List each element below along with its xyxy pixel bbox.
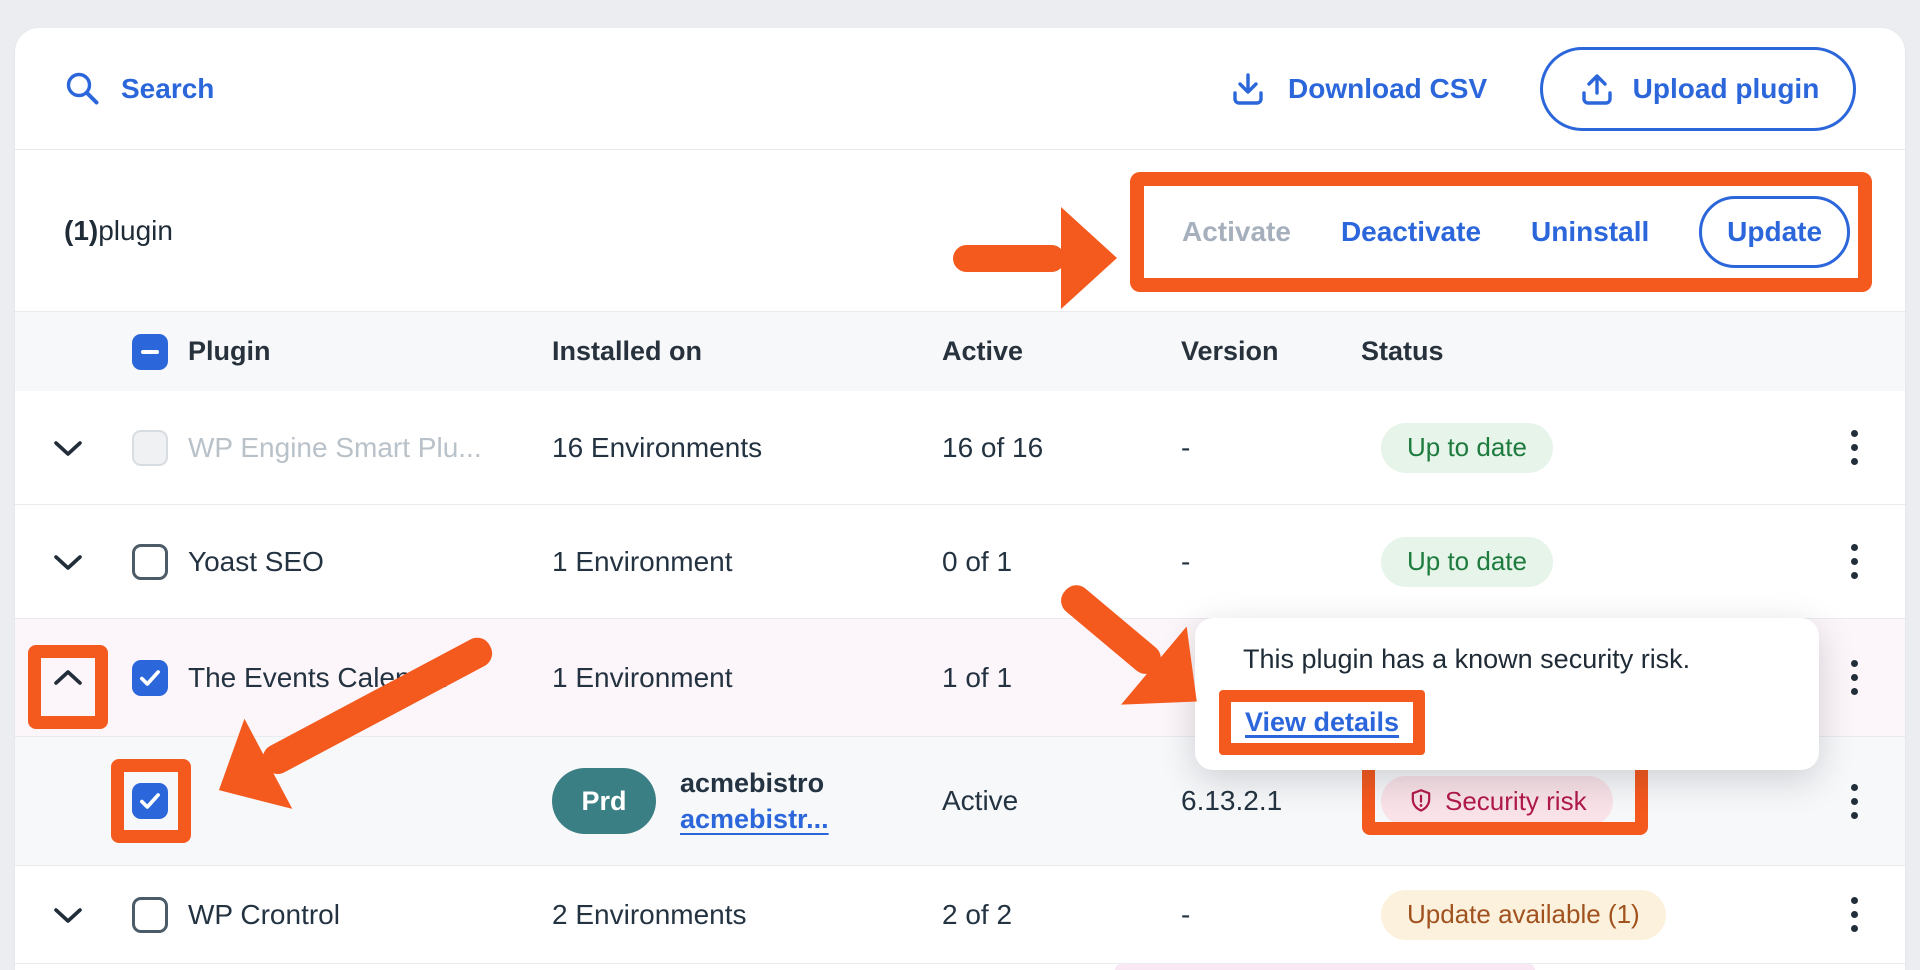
row-menu-kebab-icon[interactable] xyxy=(1839,505,1869,618)
download-icon xyxy=(1228,69,1268,109)
tooltip-message: This plugin has a known security risk. xyxy=(1243,644,1690,675)
search-icon xyxy=(63,69,103,109)
row-menu-kebab-icon[interactable] xyxy=(1839,737,1869,865)
version-value: - xyxy=(1181,391,1190,504)
deactivate-button[interactable]: Deactivate xyxy=(1341,216,1481,248)
environment-info: Prd acmebistro acmebistr... xyxy=(552,765,829,837)
security-risk-tooltip: This plugin has a known security risk. V… xyxy=(1195,618,1819,770)
header-status: Status xyxy=(1361,312,1444,391)
active-count-value: 1 of 1 xyxy=(942,619,1012,736)
activate-button[interactable]: Activate xyxy=(1182,216,1291,248)
installed-on-value: 1 Environment xyxy=(552,619,733,736)
status-badge-update-available: Update available (1) xyxy=(1381,890,1666,940)
status-badge-up-to-date: Up to date xyxy=(1381,423,1553,473)
download-csv-label: Download CSV xyxy=(1288,73,1487,105)
expand-chevron-down-icon[interactable] xyxy=(51,505,85,618)
update-button[interactable]: Update xyxy=(1699,196,1850,268)
status-badge-up-to-date: Up to date xyxy=(1381,537,1553,587)
active-state-value: Active xyxy=(942,737,1018,865)
row-menu-kebab-icon[interactable] xyxy=(1839,619,1869,736)
header-version: Version xyxy=(1181,312,1279,391)
partial-next-row-badge xyxy=(1115,964,1535,970)
installed-on-value: 16 Environments xyxy=(552,391,762,504)
environment-checkbox-checked[interactable] xyxy=(132,783,168,819)
search-button[interactable]: Search xyxy=(63,28,214,150)
plugin-name: Yoast SEO xyxy=(188,505,324,618)
uninstall-button[interactable]: Uninstall xyxy=(1531,216,1649,248)
active-count-value: 16 of 16 xyxy=(942,391,1043,504)
expand-chevron-down-icon[interactable] xyxy=(51,866,85,963)
table-header: Plugin Installed on Active Version Statu… xyxy=(15,311,1905,391)
table-row: WP Engine Smart Plu... 16 Environments 1… xyxy=(15,391,1905,505)
selection-count: (1) plugin xyxy=(64,150,173,311)
select-all-checkbox[interactable] xyxy=(132,334,168,370)
row-checkbox-checked[interactable] xyxy=(132,660,168,696)
upload-plugin-label: Upload plugin xyxy=(1633,73,1820,105)
collapse-chevron-up-icon[interactable] xyxy=(51,619,85,736)
environment-type-badge: Prd xyxy=(552,768,656,834)
plugin-manager-page: { "toolbar": { "search_label": "Search",… xyxy=(0,0,1920,970)
version-value: - xyxy=(1181,505,1190,618)
active-count-value: 0 of 1 xyxy=(942,505,1012,618)
shield-alert-icon xyxy=(1407,787,1435,815)
row-checkbox-disabled xyxy=(132,430,168,466)
selection-count-number: (1) xyxy=(64,215,98,247)
row-checkbox[interactable] xyxy=(132,897,168,933)
table-row: WP Crontrol 2 Environments 2 of 2 - Upda… xyxy=(15,866,1905,964)
header-plugin: Plugin xyxy=(188,312,271,391)
header-installed-on: Installed on xyxy=(552,312,702,391)
selection-count-label: plugin xyxy=(98,215,173,247)
annotation-box-view-details: View details xyxy=(1219,690,1425,755)
annotation-arrow-actions xyxy=(953,207,1117,309)
upload-icon xyxy=(1577,69,1617,109)
toolbar: Search Download CSV Upload plugin xyxy=(15,28,1905,150)
view-details-link[interactable]: View details xyxy=(1245,707,1399,737)
row-checkbox[interactable] xyxy=(132,544,168,580)
bulk-actions-annotation-box: Activate Deactivate Uninstall Update xyxy=(1130,172,1872,292)
plugin-name: The Events Calendar xyxy=(188,619,451,736)
status-badge-label: Security risk xyxy=(1445,786,1587,817)
status-badge-security-risk: Security risk xyxy=(1381,776,1613,826)
expand-chevron-down-icon[interactable] xyxy=(51,391,85,504)
version-value: - xyxy=(1181,866,1190,963)
plugins-panel: Search Download CSV Upload plugin xyxy=(15,28,1905,970)
plugin-name: WP Engine Smart Plu... xyxy=(188,391,482,504)
table-row: Yoast SEO 1 Environment 0 of 1 - Up to d… xyxy=(15,505,1905,619)
search-label: Search xyxy=(121,73,214,105)
header-active: Active xyxy=(942,312,1023,391)
installed-on-value: 1 Environment xyxy=(552,505,733,618)
environment-link[interactable]: acmebistr... xyxy=(680,801,829,837)
installed-on-value: 2 Environments xyxy=(552,866,747,963)
active-count-value: 2 of 2 xyxy=(942,866,1012,963)
download-csv-button[interactable]: Download CSV xyxy=(1228,28,1487,150)
row-menu-kebab-icon[interactable] xyxy=(1839,391,1869,504)
environment-name: acmebistro xyxy=(680,765,829,801)
row-menu-kebab-icon[interactable] xyxy=(1839,866,1869,963)
bulk-action-bar: (1) plugin Activate Deactivate Uninstall… xyxy=(15,150,1905,311)
plugin-name: WP Crontrol xyxy=(188,866,340,963)
upload-plugin-button[interactable]: Upload plugin xyxy=(1540,47,1856,131)
select-all-checkbox-cell xyxy=(132,312,168,391)
